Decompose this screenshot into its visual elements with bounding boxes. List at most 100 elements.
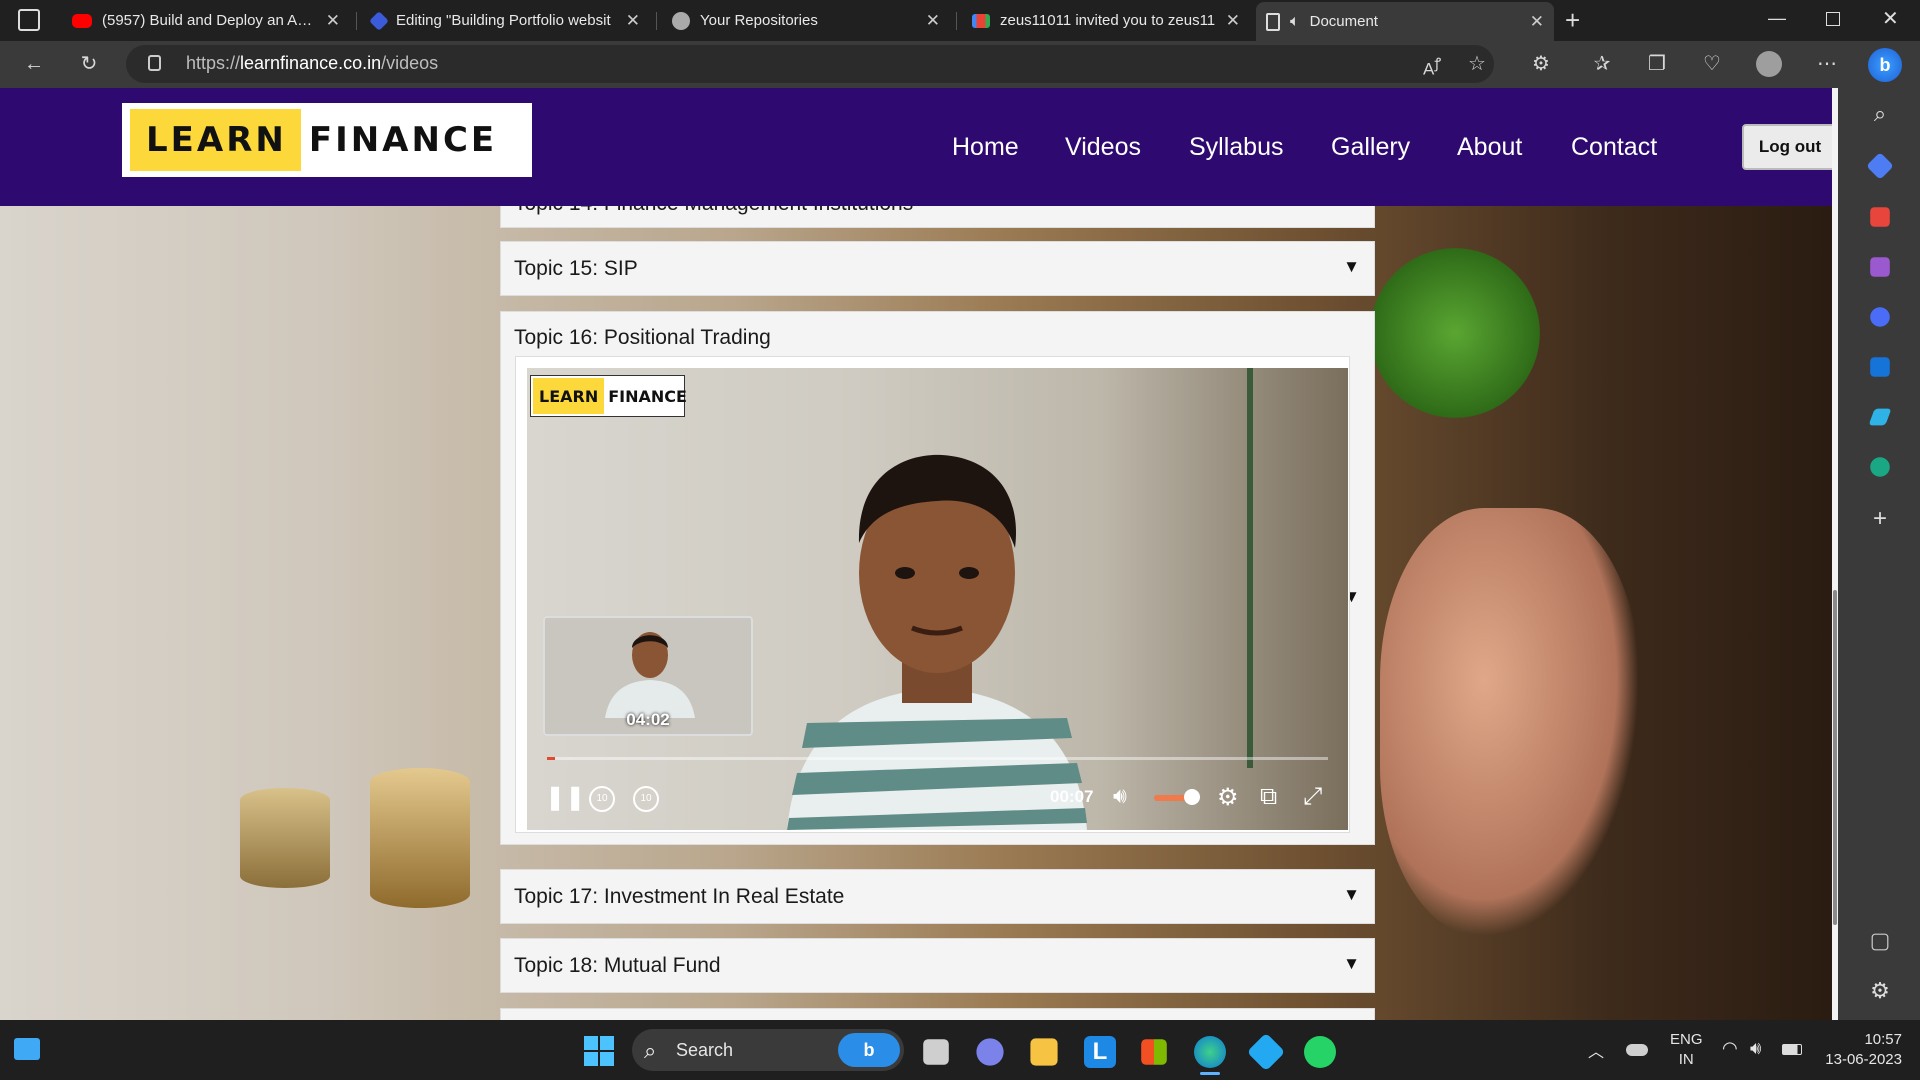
background-tree-image	[1370, 248, 1540, 418]
chatgpt-icon[interactable]	[1870, 457, 1890, 477]
nav-gallery[interactable]: Gallery	[1331, 133, 1410, 162]
minimize-icon[interactable]: —	[1768, 8, 1786, 29]
tab-divider	[656, 12, 657, 30]
accordion-title: Topic 18: Mutual Fund	[514, 954, 721, 977]
youtube-icon	[72, 13, 92, 28]
add-sidebar-app-icon[interactable]: +	[1866, 505, 1894, 533]
microsoft365-icon[interactable]	[1870, 307, 1890, 327]
search-icon[interactable]: ⌕	[1866, 101, 1894, 129]
sidebar-settings-icon[interactable]: ⚙︎	[1866, 978, 1894, 1006]
settings-icon[interactable]: ⚙︎	[1217, 783, 1239, 812]
background-coins-image	[240, 788, 330, 888]
expand-arrow-icon[interactable]: ▼	[1343, 954, 1360, 974]
lock-icon[interactable]	[148, 55, 161, 71]
volume-slider-handle[interactable]	[1184, 789, 1201, 805]
volume-icon[interactable]: 🔊︎	[1113, 783, 1127, 809]
tab-editing[interactable]: Editing "Building Portfolio websit ✕	[362, 4, 650, 37]
document-icon	[1266, 12, 1280, 31]
tab-gmail[interactable]: zeus11011 invited you to zeus11 ✕	[962, 4, 1250, 37]
tab-youtube[interactable]: (5957) Build and Deploy an Amaz ✕	[62, 4, 350, 37]
extensions-icon[interactable]: ⚙︎	[1522, 45, 1560, 83]
popout-icon[interactable]: ⧉	[1260, 783, 1277, 811]
accordion-item-partial-bottom[interactable]	[500, 1008, 1375, 1020]
close-tab-icon[interactable]: ✕	[326, 11, 340, 31]
language-indicator[interactable]: ENG IN	[1670, 1030, 1703, 1070]
wifi-icon[interactable]: ◠	[1722, 1038, 1738, 1059]
health-icon[interactable]: ♡	[1693, 45, 1731, 83]
task-view-icon[interactable]	[923, 1039, 949, 1065]
favorites-icon[interactable]: ✰	[1583, 45, 1621, 83]
video-player[interactable]: LEARN FINANCE 04:02 ❚❚ 10 10 00:07 🔊︎ ⚙︎…	[527, 368, 1348, 830]
accordion-item-real-estate[interactable]: Topic 17: Investment In Real Estate ▼	[500, 869, 1375, 924]
tab-title: Editing "Building Portfolio websit	[396, 12, 611, 29]
restore-icon[interactable]	[1826, 12, 1840, 26]
read-aloud-icon[interactable]: Aꝭ	[1413, 45, 1451, 83]
battery-icon[interactable]	[1782, 1044, 1802, 1055]
learn-app-icon[interactable]: L	[1084, 1036, 1116, 1068]
edge-icon[interactable]	[1194, 1036, 1226, 1068]
volume-tray-icon[interactable]: 🔊︎	[1750, 1038, 1761, 1059]
pause-icon[interactable]: ❚❚	[545, 783, 585, 812]
clock-time: 10:57	[1864, 1031, 1902, 1048]
gmail-icon	[972, 13, 990, 28]
close-tab-icon[interactable]: ✕	[926, 11, 940, 31]
close-tab-icon[interactable]: ✕	[1530, 12, 1544, 32]
accordion-title: Topic 15: SIP	[514, 257, 638, 280]
clock[interactable]: 10:57 13-06-2023	[1820, 1030, 1902, 1070]
fullscreen-icon[interactable]: ⤢	[1303, 783, 1322, 811]
games-icon[interactable]	[1870, 257, 1890, 277]
accordion-item-partial[interactable]: Topic 14: Finance Management Institution…	[500, 206, 1375, 228]
file-explorer-icon[interactable]	[1030, 1038, 1058, 1066]
logout-button[interactable]: Log out	[1742, 124, 1832, 170]
collections-icon[interactable]: ❐	[1638, 45, 1676, 83]
whatsapp-icon[interactable]	[1304, 1036, 1336, 1068]
region-code: IN	[1678, 1051, 1694, 1068]
video-progress-track[interactable]	[547, 757, 1328, 760]
tab-document[interactable]: 🔈︎ Document ✕	[1256, 2, 1554, 41]
url-text[interactable]: https://learnfinance.co.in/videos	[186, 53, 438, 74]
start-icon[interactable]	[584, 1036, 614, 1066]
tab-github[interactable]: Your Repositories ✕	[662, 4, 950, 37]
show-hidden-icons-icon[interactable]: ︿	[1588, 1038, 1604, 1062]
onedrive-icon[interactable]	[1626, 1044, 1648, 1056]
expand-arrow-icon[interactable]: ▼	[1343, 257, 1360, 277]
split-screen-icon[interactable]	[1871, 933, 1889, 951]
add-favorite-icon[interactable]: ☆	[1458, 45, 1496, 83]
teams-chat-icon[interactable]	[976, 1038, 1004, 1066]
web-page: LEARN FINANCE Home Videos Syllabus Galle…	[0, 88, 1832, 1020]
speaker-icon[interactable]: 🔈︎	[1290, 13, 1300, 31]
tab-actions-icon[interactable]	[18, 9, 40, 31]
close-tab-icon[interactable]: ✕	[1226, 11, 1240, 31]
widgets-icon[interactable]	[14, 1038, 40, 1060]
outlook-icon[interactable]	[1870, 357, 1890, 377]
accordion-item-sip[interactable]: Topic 15: SIP ▼	[500, 241, 1375, 296]
nav-contact[interactable]: Contact	[1571, 133, 1657, 162]
store-icon[interactable]	[1141, 1039, 1167, 1065]
profile-avatar[interactable]	[1756, 51, 1782, 77]
tab-divider	[356, 12, 357, 30]
site-logo[interactable]: LEARN FINANCE	[122, 103, 532, 177]
video-progress-fill	[547, 757, 555, 760]
bing-chat-icon[interactable]: b	[1868, 48, 1902, 82]
nav-videos[interactable]: Videos	[1065, 133, 1141, 162]
background-hand-image	[1380, 508, 1640, 938]
close-window-icon[interactable]: ✕	[1882, 6, 1899, 31]
tools-icon[interactable]	[1870, 207, 1890, 227]
taskbar-search-label: Search	[676, 1040, 734, 1060]
clock-date: 13-06-2023	[1825, 1051, 1902, 1068]
refresh-icon[interactable]: ↻	[70, 45, 108, 83]
close-tab-icon[interactable]: ✕	[626, 11, 640, 31]
bing-icon[interactable]: b	[838, 1033, 900, 1067]
nav-syllabus[interactable]: Syllabus	[1189, 133, 1284, 162]
nav-home[interactable]: Home	[952, 133, 1019, 162]
site-navbar: LEARN FINANCE Home Videos Syllabus Galle…	[0, 88, 1832, 206]
expand-arrow-icon[interactable]: ▼	[1343, 885, 1360, 905]
nav-about[interactable]: About	[1457, 133, 1522, 162]
back-icon[interactable]: ←	[15, 45, 53, 83]
tab-divider	[956, 12, 957, 30]
accordion-item-mutual-fund[interactable]: Topic 18: Mutual Fund ▼	[500, 938, 1375, 993]
forward-10-icon[interactable]: 10	[633, 786, 659, 812]
new-tab-icon[interactable]: +	[1565, 5, 1580, 36]
rewind-10-icon[interactable]: 10	[589, 786, 615, 812]
scrollbar-thumb[interactable]	[1833, 590, 1837, 925]
